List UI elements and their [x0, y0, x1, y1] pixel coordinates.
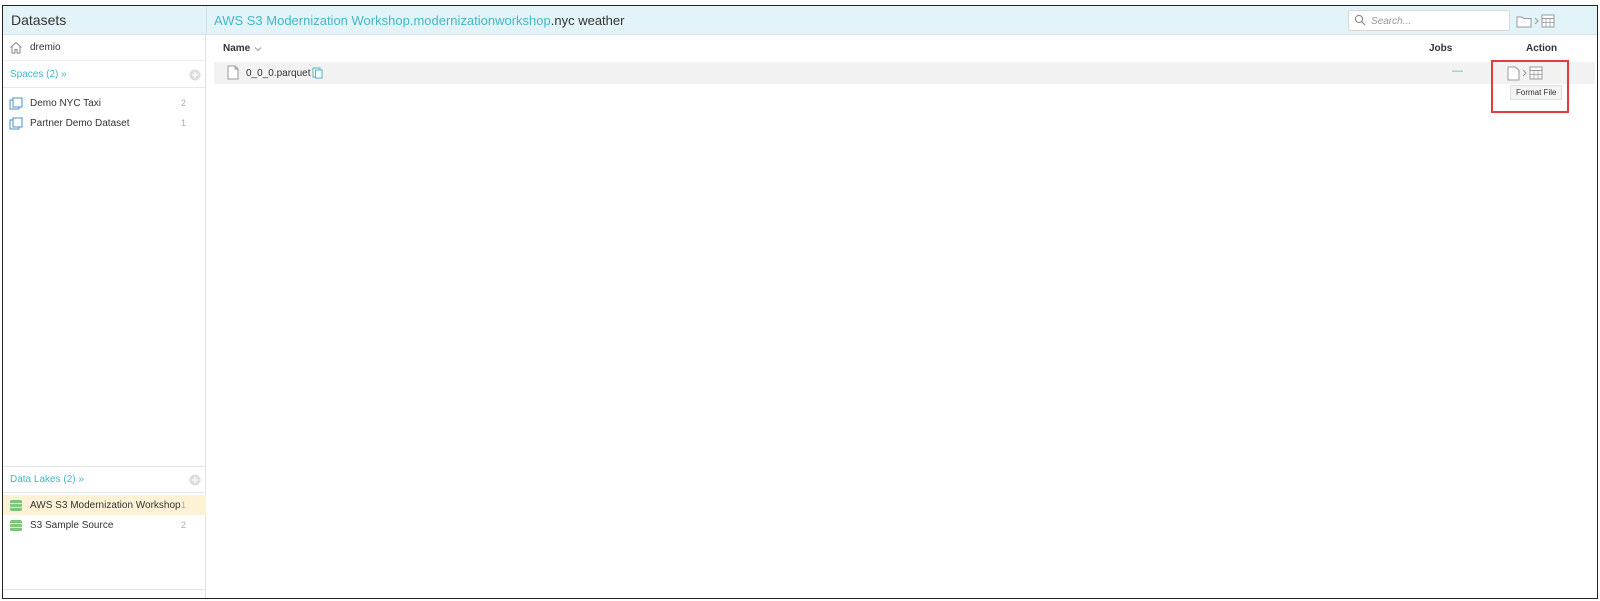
source-item-label: AWS S3 Modernization Workshop: [30, 499, 181, 511]
space-icon: [9, 97, 23, 109]
source-item-count: 2: [180, 520, 186, 530]
breadcrumb-folder[interactable]: modernizationworkshop: [413, 13, 550, 28]
source-icon: [10, 499, 22, 511]
chevron-right-icon: [1534, 17, 1539, 25]
format-folder-button[interactable]: [1516, 12, 1560, 30]
breadcrumb-source[interactable]: AWS S3 Modernization Workshop: [214, 13, 410, 28]
lakes-heading[interactable]: Data Lakes (2) »: [10, 474, 84, 485]
source-item-selected[interactable]: AWS S3 Modernization Workshop 1: [3, 495, 206, 515]
home-label: dremio: [30, 42, 61, 53]
header-divider: [206, 6, 207, 35]
app-frame: Datasets AWS S3 Modernization Workshop.m…: [2, 5, 1598, 599]
name-column-header[interactable]: Name: [223, 43, 262, 54]
copy-path-icon[interactable]: [312, 67, 323, 79]
space-item[interactable]: Partner Demo Dataset 1: [3, 113, 206, 133]
sidebar-title: Datasets: [11, 12, 67, 28]
source-item-count: 1: [180, 500, 186, 510]
top-bar: Datasets AWS S3 Modernization Workshop.m…: [3, 6, 1597, 35]
search-box[interactable]: [1348, 10, 1510, 31]
breadcrumb-current: nyc weather: [554, 13, 625, 28]
sort-chevron-icon: [254, 46, 262, 51]
source-item[interactable]: S3 Sample Source 2: [3, 515, 206, 535]
table-icon: [1541, 14, 1555, 28]
space-item-count: 1: [180, 118, 186, 128]
home-link[interactable]: dremio: [3, 35, 206, 61]
highlight-box: [1491, 60, 1569, 113]
action-column-header: Action: [1526, 43, 1558, 54]
space-item-label: Partner Demo Dataset: [30, 117, 130, 129]
lakes-header: Data Lakes (2) »: [3, 467, 206, 493]
spaces-header: Spaces (2) »: [3, 62, 206, 88]
search-icon: [1354, 14, 1366, 26]
jobs-count[interactable]: —: [1452, 65, 1463, 77]
file-icon: [227, 65, 239, 80]
space-item-label: Demo NYC Taxi: [30, 97, 101, 109]
sidebar: dremio Spaces (2) » Demo NYC Taxi 2 Part…: [3, 35, 206, 598]
jobs-column-header: Jobs: [1429, 43, 1453, 54]
folder-icon: [1516, 16, 1532, 27]
file-name[interactable]: 0_0_0.parquet: [246, 68, 311, 79]
table-header: Name Jobs Action: [207, 35, 1597, 61]
space-item[interactable]: Demo NYC Taxi 2: [3, 93, 206, 113]
name-column-label: Name: [223, 43, 251, 54]
spaces-heading[interactable]: Spaces (2) »: [10, 69, 67, 80]
search-input[interactable]: [1371, 13, 1506, 29]
add-source-icon[interactable]: [189, 474, 201, 486]
space-item-count: 2: [180, 98, 186, 108]
source-item-label: S3 Sample Source: [30, 519, 114, 531]
breadcrumb: AWS S3 Modernization Workshop.modernizat…: [214, 13, 624, 28]
space-icon: [9, 117, 23, 129]
add-space-icon[interactable]: [189, 69, 201, 81]
home-icon: [10, 41, 22, 54]
main-content: Name Jobs Action 0_0_0.parquet — Format …: [207, 35, 1597, 598]
source-icon: [10, 519, 22, 531]
sidebar-footer-divider: [3, 589, 206, 590]
table-row[interactable]: 0_0_0.parquet —: [214, 62, 1595, 84]
